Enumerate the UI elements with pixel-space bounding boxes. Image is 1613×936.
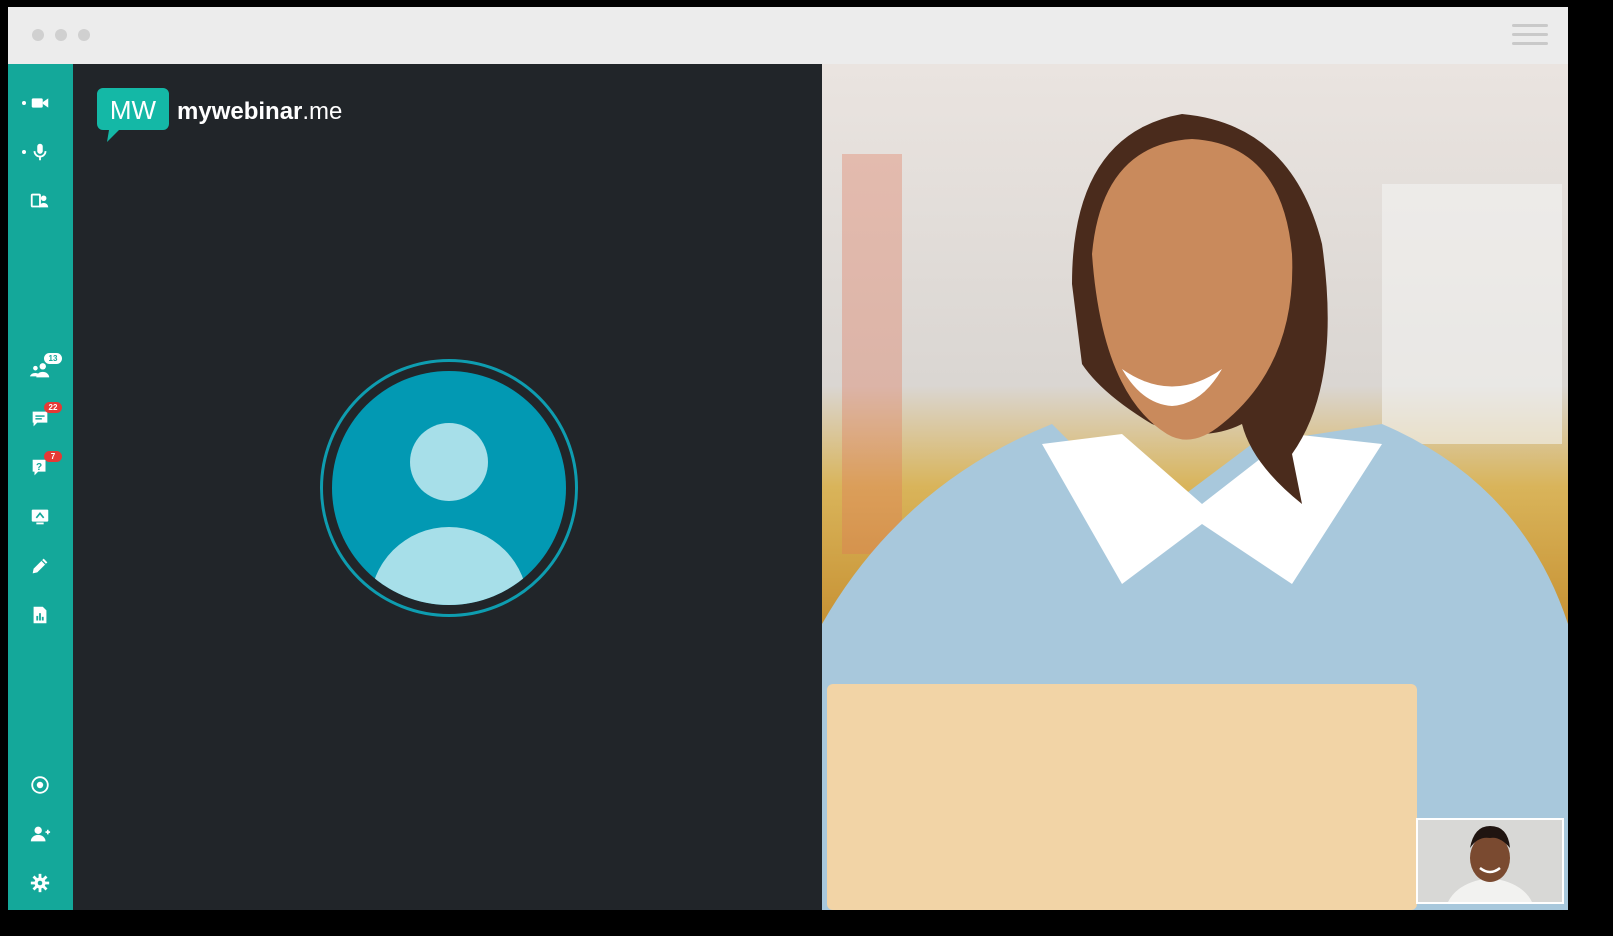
poll-report-icon bbox=[33, 606, 47, 624]
whiteboard-pen-icon bbox=[32, 558, 48, 574]
poll-report-button[interactable] bbox=[20, 597, 60, 633]
attendee-video-image bbox=[1418, 820, 1562, 902]
svg-text:MW: MW bbox=[110, 95, 157, 125]
window-minimize-dot[interactable] bbox=[55, 29, 67, 41]
window-maximize-dot[interactable] bbox=[78, 29, 90, 41]
brand-logo: MW mywebinar.me bbox=[97, 88, 342, 144]
invite-user-button[interactable] bbox=[20, 816, 60, 852]
microphone-toggle-button[interactable] bbox=[20, 134, 60, 170]
brand-name: mywebinar.me bbox=[177, 98, 343, 125]
camera-toggle-button[interactable] bbox=[20, 85, 60, 121]
record-icon bbox=[31, 776, 49, 794]
questions-button[interactable]: ? 7 bbox=[20, 450, 62, 486]
sidebar-toolbar: 13 22 ? 7 bbox=[8, 64, 73, 910]
screen-share-icon bbox=[31, 509, 49, 525]
chat-unread-badge: 22 bbox=[44, 402, 62, 413]
app-window: 13 22 ? 7 MW mywebinar.me bbox=[8, 7, 1568, 910]
microphone-icon bbox=[33, 143, 47, 161]
svg-text:?: ? bbox=[36, 462, 42, 473]
record-button[interactable] bbox=[20, 767, 60, 803]
window-close-dot[interactable] bbox=[32, 29, 44, 41]
hamburger-menu-icon[interactable] bbox=[1512, 22, 1548, 48]
screen-share-button[interactable] bbox=[20, 499, 60, 535]
chat-button[interactable]: 22 bbox=[20, 401, 62, 437]
add-user-icon bbox=[30, 826, 51, 842]
participants-button[interactable]: 13 bbox=[20, 352, 62, 388]
participants-count-badge: 13 bbox=[44, 353, 62, 364]
contact-card-icon bbox=[30, 193, 49, 208]
presenter-stage: MW mywebinar.me bbox=[73, 64, 822, 910]
mywebinar-logo-icon: MW bbox=[97, 88, 169, 142]
whiteboard-button[interactable] bbox=[20, 548, 60, 584]
main-video-feed bbox=[822, 64, 1568, 910]
contact-card-button[interactable] bbox=[20, 183, 60, 219]
avatar-body-shape bbox=[370, 527, 528, 605]
presenter-avatar bbox=[320, 359, 578, 617]
video-camera-icon bbox=[31, 98, 49, 108]
self-view-video-thumbnail[interactable] bbox=[1416, 818, 1564, 904]
settings-button[interactable] bbox=[20, 865, 60, 901]
settings-gear-icon bbox=[30, 873, 50, 893]
title-bar bbox=[8, 7, 1568, 64]
speaker-video-image bbox=[822, 64, 1568, 910]
questions-unread-badge: 7 bbox=[44, 451, 62, 462]
avatar-head-shape bbox=[410, 423, 488, 501]
